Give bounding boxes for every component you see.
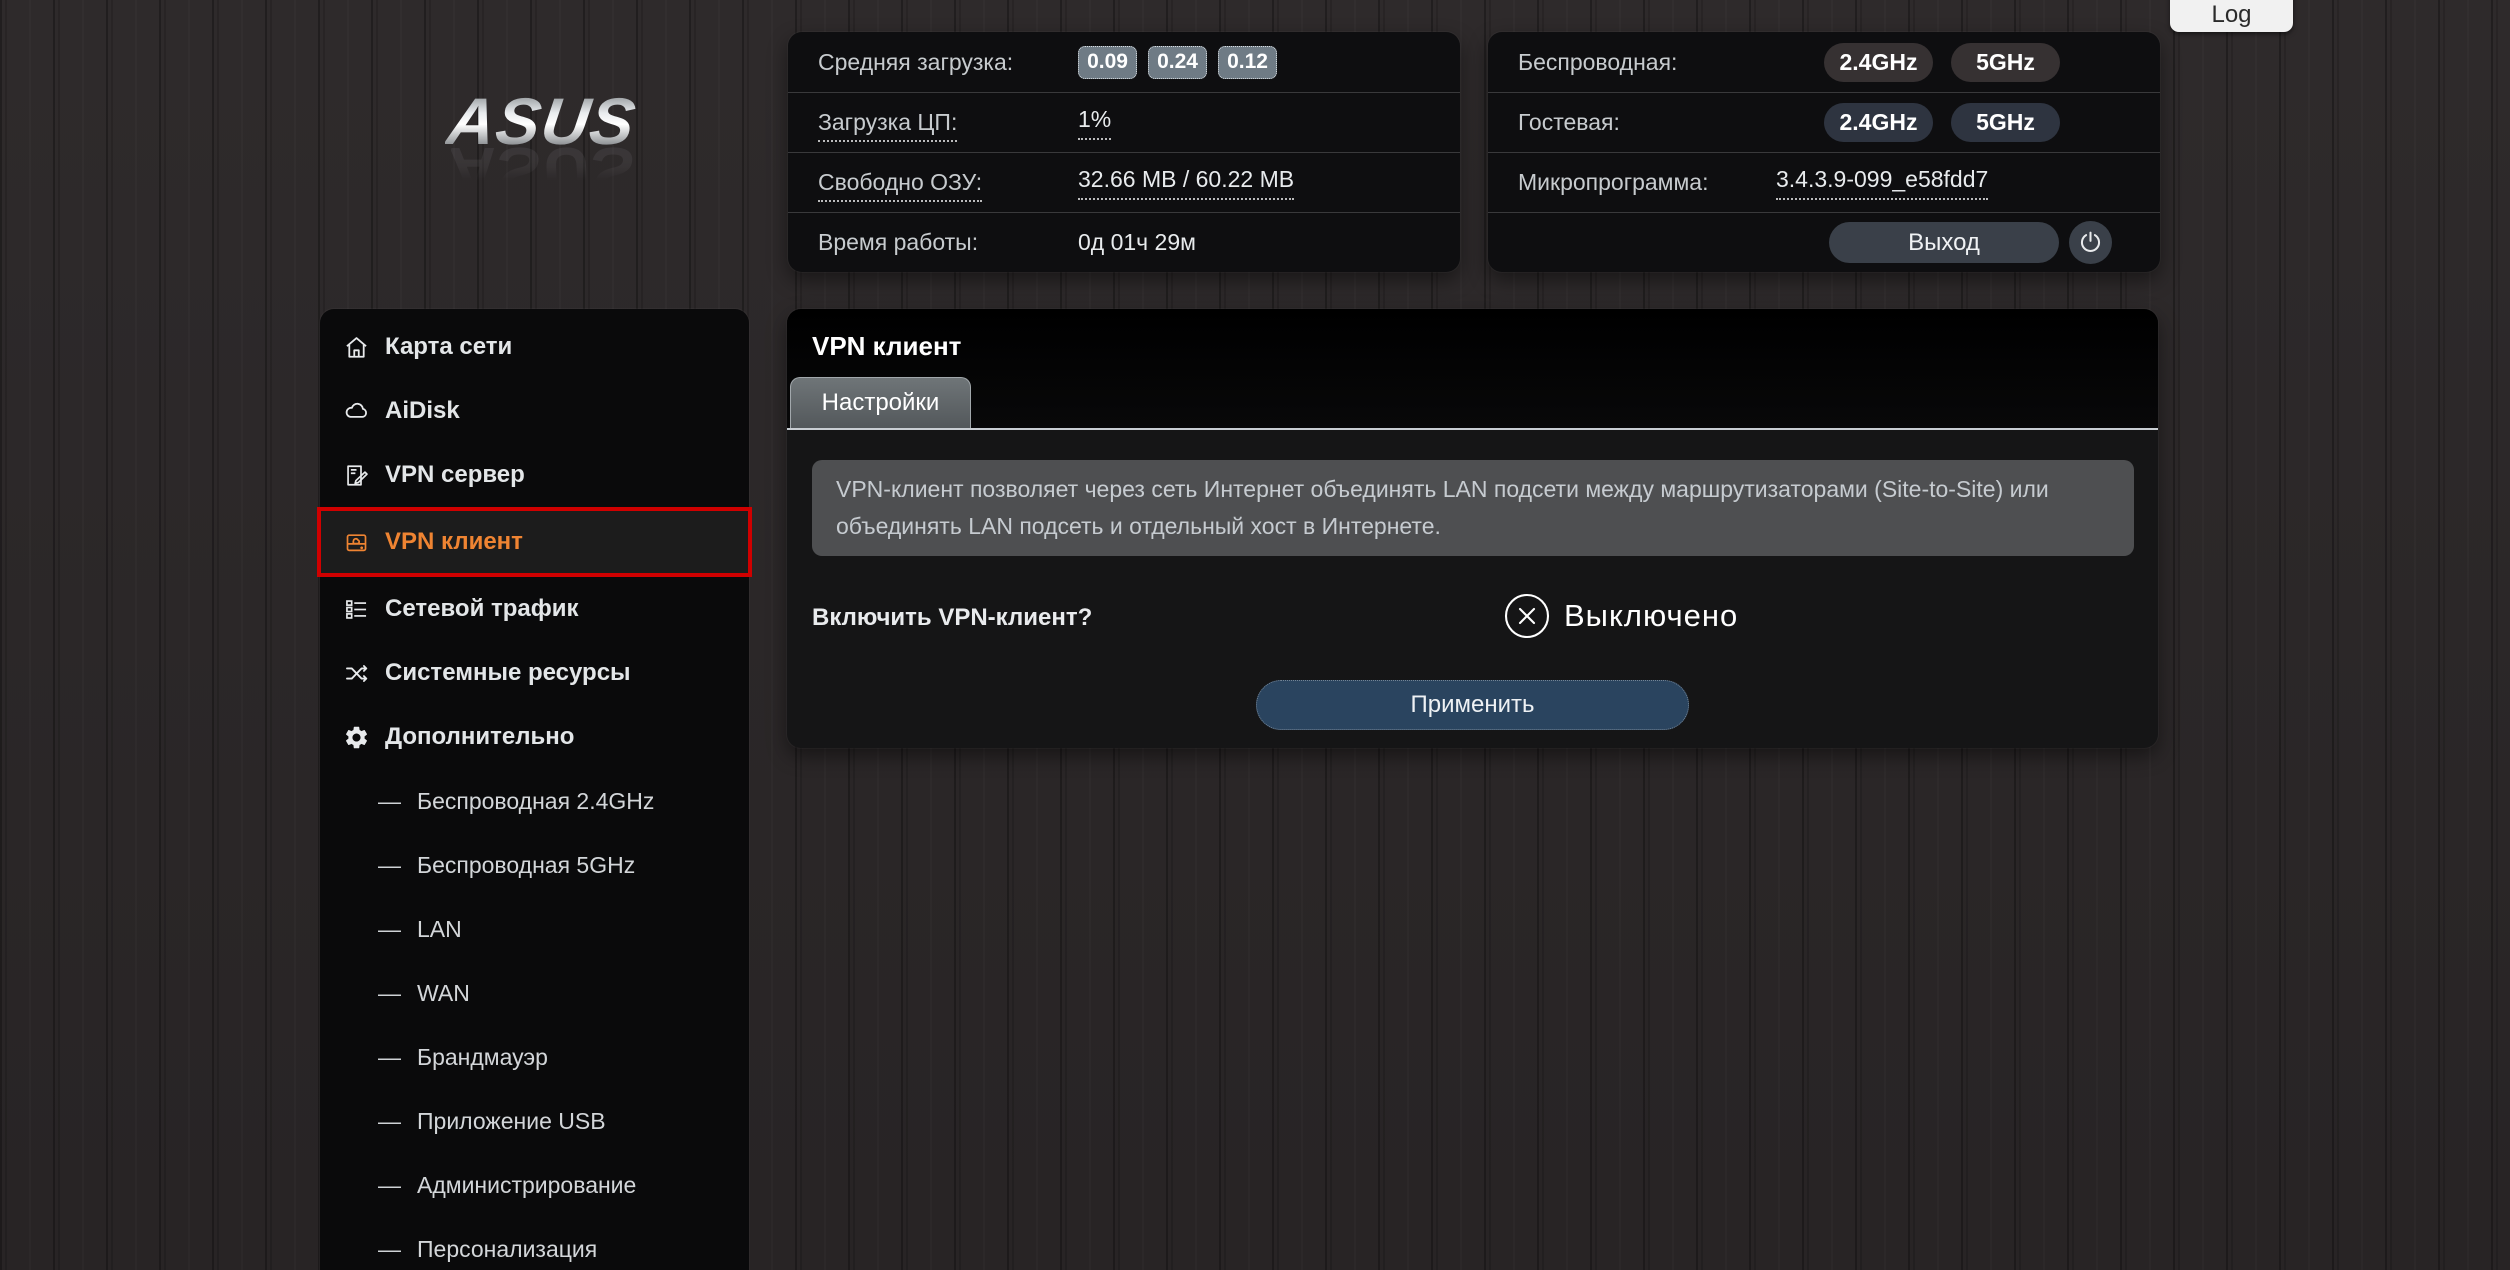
guest-label: Гостевая: (1518, 109, 1778, 136)
power-icon (2077, 229, 2104, 256)
sidebar-subitem-firewall[interactable]: — Брандмауэр (320, 1025, 749, 1089)
firmware-version[interactable]: 3.4.3.9-099_e58fdd7 (1776, 166, 1988, 200)
load-badge-1: 0.09 (1078, 46, 1137, 79)
logout-button[interactable]: Выход (1829, 222, 2059, 263)
sidebar-menu: Карта сети AiDisk VPN сервер (320, 309, 749, 1270)
cloud-icon (343, 398, 370, 425)
page: Log ASUS ASUS Средняя загрузка: 0.09 0.2… (0, 0, 2510, 1270)
sidebar-subitem-personalization[interactable]: — Персонализация (320, 1217, 749, 1270)
log-button[interactable]: Log (2170, 0, 2293, 32)
sidebar-item-vpn-client[interactable]: VPN клиент (317, 507, 752, 577)
dash-bullet: — (378, 852, 401, 879)
tab-settings[interactable]: Настройки (790, 377, 971, 428)
sidebar-item-network-map[interactable]: Карта сети (320, 315, 749, 379)
vpn-client-panel: VPN клиент Настройки VPN-клиент позволяе… (787, 309, 2158, 748)
sidebar-subitem-label: LAN (417, 916, 462, 943)
sidebar-item-vpn-server[interactable]: VPN сервер (320, 443, 749, 507)
sidebar-item-label: AiDisk (385, 397, 460, 425)
dash-bullet: — (378, 1172, 401, 1199)
gear-icon (343, 724, 370, 751)
dash-bullet: — (378, 980, 401, 1007)
sidebar-item-label: Дополнительно (385, 723, 574, 751)
sidebar-item-label: VPN сервер (385, 461, 525, 489)
status-label: Выключено (1564, 598, 1738, 634)
sidebar-subitem-label: Приложение USB (417, 1108, 606, 1135)
uptime-row: Время работы: 0д 01ч 29м (788, 212, 1460, 272)
system-status-panel: Средняя загрузка: 0.09 0.24 0.12 Загрузк… (788, 32, 1460, 272)
dash-bullet: — (378, 916, 401, 943)
sidebar-subitem-lan[interactable]: — LAN (320, 897, 749, 961)
page-title: VPN клиент (812, 331, 961, 362)
sidebar-subitem-administration[interactable]: — Администрирование (320, 1153, 749, 1217)
avg-load-label: Средняя загрузка: (818, 49, 1078, 76)
free-ram-value: 32.66 MB / 60.22 MB (1078, 166, 1294, 200)
guest-row: Гостевая: 2.4GHz 5GHz (1488, 92, 2160, 152)
asus-logo-reflection: ASUS (444, 138, 641, 204)
dash-bullet: — (378, 1044, 401, 1071)
sidebar-item-label: Системные ресурсы (385, 659, 631, 687)
tab-divider (787, 428, 2158, 430)
vpn-status-toggle[interactable]: Выключено (1503, 592, 1738, 640)
sidebar-item-label: Карта сети (385, 333, 512, 361)
uptime-label: Время работы: (818, 229, 1078, 256)
sidebar-subitem-label: WAN (417, 980, 470, 1007)
wireless-24ghz-button[interactable]: 2.4GHz (1824, 43, 1933, 82)
vpn-server-icon (343, 462, 370, 489)
free-ram-row: Свободно ОЗУ: 32.66 MB / 60.22 MB (788, 152, 1460, 212)
sidebar-item-label: VPN клиент (385, 528, 523, 556)
sidebar-item-network-traffic[interactable]: Сетевой трафик (320, 577, 749, 641)
sidebar-subitem-label: Беспроводная 5GHz (417, 852, 635, 879)
sidebar-subitem-wireless-5[interactable]: — Беспроводная 5GHz (320, 833, 749, 897)
home-icon (343, 334, 370, 361)
load-badge-3: 0.12 (1218, 46, 1277, 79)
dash-bullet: — (378, 1236, 401, 1263)
vpn-description: VPN-клиент позволяет через сеть Интернет… (812, 460, 2134, 556)
traffic-list-icon (343, 596, 370, 623)
guest-5ghz-button[interactable]: 5GHz (1951, 103, 2060, 142)
sidebar-subitem-label: Брандмауэр (417, 1044, 548, 1071)
x-circle-icon (1503, 592, 1551, 640)
wireless-row: Беспроводная: 2.4GHz 5GHz (1488, 32, 2160, 92)
enable-vpn-question: Включить VPN-клиент? (812, 604, 1092, 632)
apply-button[interactable]: Применить (1256, 680, 1689, 730)
sidebar-subitem-label: Администрирование (417, 1172, 636, 1199)
sidebar-item-aidisk[interactable]: AiDisk (320, 379, 749, 443)
guest-24ghz-button[interactable]: 2.4GHz (1824, 103, 1933, 142)
dash-bullet: — (378, 1108, 401, 1135)
shuffle-icon (343, 660, 370, 687)
reboot-button[interactable] (2069, 221, 2112, 264)
cpu-load-value: 1% (1078, 106, 1111, 140)
sidebar-subitem-wireless-24[interactable]: — Беспроводная 2.4GHz (320, 769, 749, 833)
vpn-client-icon (343, 529, 370, 556)
asus-logo: ASUS ASUS (392, 88, 692, 204)
load-badge-2: 0.24 (1148, 46, 1207, 79)
panel-header: VPN клиент Настройки (787, 309, 2158, 428)
sidebar-subitem-label: Персонализация (417, 1236, 597, 1263)
dash-bullet: — (378, 788, 401, 815)
sidebar-subitem-usb-application[interactable]: — Приложение USB (320, 1089, 749, 1153)
wireless-status-panel: Беспроводная: 2.4GHz 5GHz Гостевая: 2.4G… (1488, 32, 2160, 272)
firmware-label: Микропрограмма: (1518, 169, 1776, 196)
sidebar-item-advanced[interactable]: Дополнительно (320, 705, 749, 769)
uptime-value: 0д 01ч 29м (1078, 229, 1196, 256)
cpu-load-row: Загрузка ЦП: 1% (788, 92, 1460, 152)
free-ram-label: Свободно ОЗУ: (818, 169, 1078, 196)
sidebar-subitem-wan[interactable]: — WAN (320, 961, 749, 1025)
cpu-load-label: Загрузка ЦП: (818, 109, 1078, 136)
avg-load-row: Средняя загрузка: 0.09 0.24 0.12 (788, 32, 1460, 92)
sidebar-item-system-resources[interactable]: Системные ресурсы (320, 641, 749, 705)
firmware-row: Микропрограмма: 3.4.3.9-099_e58fdd7 (1488, 152, 2160, 212)
sidebar-item-label: Сетевой трафик (385, 595, 579, 623)
wireless-5ghz-button[interactable]: 5GHz (1951, 43, 2060, 82)
sidebar-subitem-label: Беспроводная 2.4GHz (417, 788, 654, 815)
logout-row: Выход (1488, 212, 2160, 272)
wireless-label: Беспроводная: (1518, 49, 1778, 76)
